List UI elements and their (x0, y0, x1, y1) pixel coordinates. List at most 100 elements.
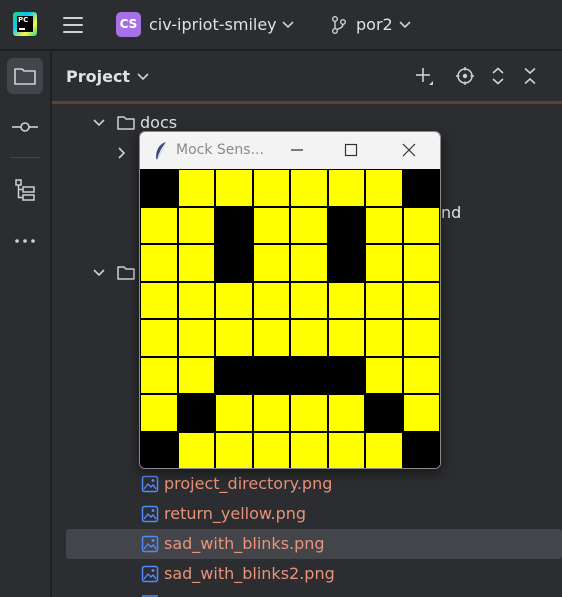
led-pixel (403, 320, 439, 356)
chevron-down-icon[interactable] (92, 117, 106, 129)
led-pixel (328, 320, 364, 356)
main-menu-hamburger-icon[interactable] (60, 13, 86, 37)
tree-row-label: project_directory.png (164, 474, 333, 493)
led-pixel (328, 245, 364, 281)
led-pixel (216, 170, 252, 206)
folder-icon (117, 116, 135, 130)
git-branch-icon[interactable] (330, 15, 348, 35)
tree-file-row[interactable]: project_directory.png (52, 469, 562, 499)
led-pixel (141, 357, 177, 393)
led-pixel (366, 282, 402, 318)
led-pixel (366, 432, 402, 468)
close-icon[interactable] (394, 136, 424, 164)
mock-sense-hat-window[interactable]: Mock Sens... (139, 131, 441, 469)
led-pixel (403, 207, 439, 243)
locate-target-icon[interactable] (455, 66, 475, 86)
project-badge[interactable]: CS (116, 12, 141, 37)
led-pixel (178, 357, 214, 393)
led-pixel (216, 207, 252, 243)
chevron-down-icon[interactable] (136, 70, 150, 84)
tree-row-label: sad_with_blinks2.png (164, 564, 335, 583)
tk-feather-icon (156, 141, 167, 161)
commit-icon[interactable] (7, 109, 43, 145)
window-title-bar[interactable]: Mock Sens... (140, 132, 440, 169)
image-file-icon (141, 475, 159, 493)
led-pixel (178, 170, 214, 206)
expand-all-icon[interactable] (488, 66, 508, 86)
led-pixel (141, 207, 177, 243)
more-icon[interactable] (7, 223, 43, 259)
led-pixel (403, 170, 439, 206)
led-pixel (178, 245, 214, 281)
led-pixel (253, 432, 289, 468)
led-pixel (328, 432, 364, 468)
led-pixel (141, 170, 177, 206)
led-pixel (403, 395, 439, 431)
project-panel-header: Project (52, 51, 562, 101)
tool-window-strip (0, 51, 51, 597)
add-icon[interactable] (414, 66, 434, 86)
led-pixel (328, 282, 364, 318)
led-pixel (178, 320, 214, 356)
project-folder-icon[interactable] (7, 58, 43, 94)
pycharm-logo-icon[interactable]: PC (13, 12, 37, 36)
tree-row-label: sad_with_blinks.png (164, 534, 325, 553)
branch-name[interactable]: por2 (356, 15, 393, 34)
led-pixel (403, 245, 439, 281)
led-pixel (291, 320, 327, 356)
chevron-down-icon[interactable] (281, 15, 295, 35)
led-pixel (253, 207, 289, 243)
chevron-down-icon[interactable] (92, 267, 106, 279)
led-matrix-canvas (140, 169, 440, 468)
led-pixel (291, 170, 327, 206)
led-pixel (216, 357, 252, 393)
led-pixel (178, 207, 214, 243)
led-pixel (291, 245, 327, 281)
led-pixel (366, 170, 402, 206)
led-pixel (366, 320, 402, 356)
led-pixel (178, 282, 214, 318)
separator (10, 157, 40, 158)
led-pixel (141, 432, 177, 468)
led-pixel (291, 357, 327, 393)
tree-row-label: nd (441, 203, 462, 222)
tree-file-row[interactable]: sad_with_blinks2.png (52, 559, 562, 589)
image-file-icon (142, 595, 158, 597)
tree-file-row[interactable]: return_yellow.png (52, 499, 562, 529)
project-name[interactable]: civ-ipriot-smiley (149, 15, 277, 34)
led-pixel (328, 395, 364, 431)
panel-title[interactable]: Project (66, 67, 130, 86)
led-pixel (328, 207, 364, 243)
led-pixel (216, 282, 252, 318)
led-pixel (291, 282, 327, 318)
led-pixel (141, 395, 177, 431)
collapse-all-icon[interactable] (520, 66, 540, 86)
image-file-icon (141, 535, 159, 553)
minimize-icon[interactable] (282, 136, 312, 164)
title-bar: PC CS civ-ipriot-smiley por2 (0, 0, 562, 50)
led-pixel (141, 320, 177, 356)
led-pixel (253, 170, 289, 206)
window-title: Mock Sens... (176, 142, 264, 158)
led-pixel (253, 320, 289, 356)
led-pixel (328, 170, 364, 206)
led-pixel (178, 432, 214, 468)
maximize-icon[interactable] (336, 136, 366, 164)
led-pixel (141, 282, 177, 318)
led-pixel (403, 282, 439, 318)
tree-row-label: docs (140, 113, 178, 132)
image-file-icon (141, 505, 159, 523)
led-pixel (366, 395, 402, 431)
led-pixel (291, 395, 327, 431)
led-pixel (403, 432, 439, 468)
led-pixel (366, 357, 402, 393)
tree-file-row[interactable]: sad_with_blinks.png (66, 529, 562, 559)
chevron-down-icon[interactable] (398, 15, 412, 35)
image-file-icon (141, 565, 159, 583)
led-pixel (366, 245, 402, 281)
chevron-right-icon[interactable] (116, 146, 128, 160)
led-pixel (216, 395, 252, 431)
led-pixel (216, 432, 252, 468)
structure-icon[interactable] (7, 172, 43, 208)
led-pixel (216, 245, 252, 281)
